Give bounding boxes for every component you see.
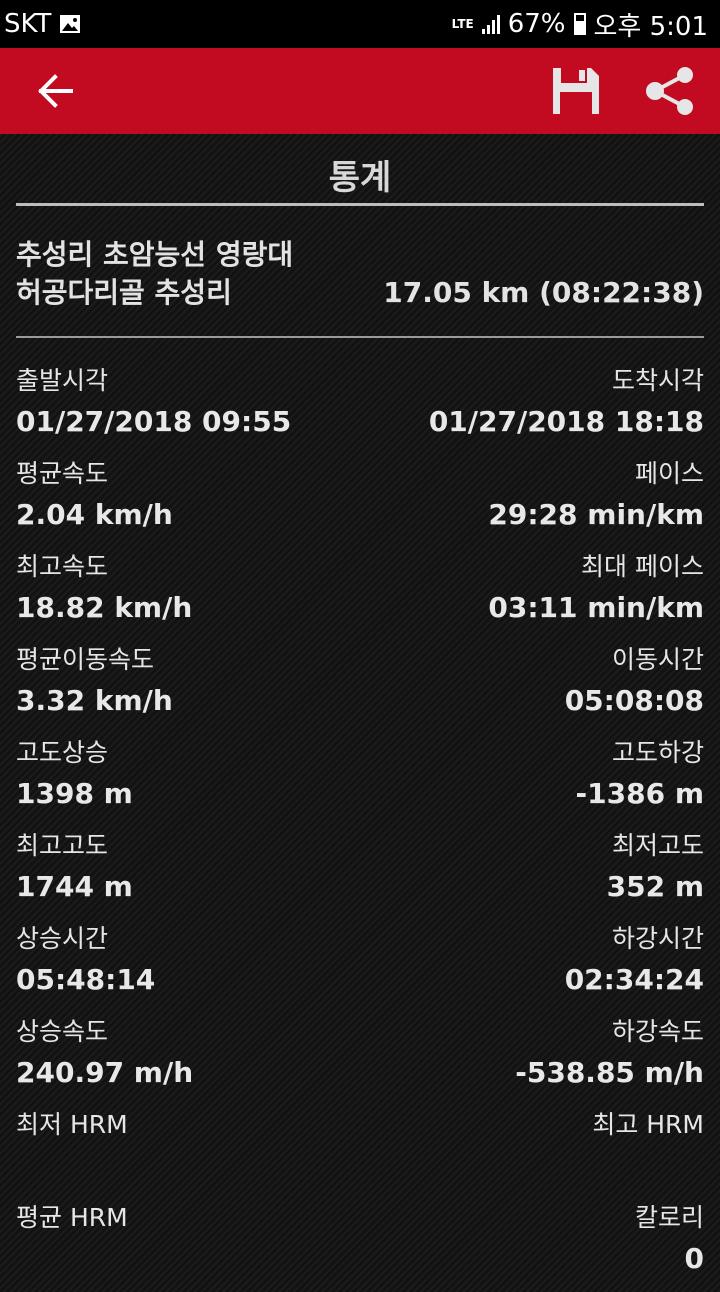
stat-ascent-time: 상승시간 05:48:14 bbox=[16, 920, 360, 1002]
stat-label: 고도상승 bbox=[16, 738, 109, 767]
stat-ascent-speed: 상승속도 240.97 m/h bbox=[16, 1013, 360, 1095]
stat-value bbox=[360, 1144, 704, 1188]
stat-value bbox=[16, 1144, 360, 1188]
stat-label: 페이스 bbox=[634, 459, 704, 488]
stat-value: 2.04 km/h bbox=[16, 498, 173, 531]
stat-row-moving: 평균이동속도 3.32 km/h 이동시간 05:08:08 bbox=[16, 641, 704, 734]
stat-row-climb-time: 상승시간 05:48:14 하강시간 02:34:24 bbox=[16, 920, 704, 1013]
stat-value: 29:28 min/km bbox=[488, 498, 704, 531]
route-name-line2: 허공다리골 추성리 bbox=[16, 276, 232, 309]
stat-value: 1398 m bbox=[16, 777, 133, 810]
lte-icon: LTE bbox=[451, 17, 474, 31]
route-divider bbox=[16, 336, 704, 338]
save-button[interactable] bbox=[540, 48, 612, 134]
stat-value: 1744 m bbox=[16, 870, 133, 903]
share-icon bbox=[646, 67, 693, 115]
stat-value: 240.97 m/h bbox=[16, 1056, 194, 1089]
stat-label: 평균 HRM bbox=[16, 1203, 128, 1232]
stat-row-hrm-range: 최저 HRM 최고 HRM bbox=[16, 1106, 704, 1199]
stat-min-altitude: 최저고도 352 m bbox=[360, 827, 704, 909]
stat-value: 05:08:08 bbox=[564, 684, 704, 717]
route-row2: 허공다리골 추성리 17.05 km (08:22:38) bbox=[16, 274, 704, 312]
stat-avg-moving-speed: 평균이동속도 3.32 km/h bbox=[16, 641, 360, 723]
stat-label: 출발시각 bbox=[16, 366, 109, 395]
stat-label: 최대 페이스 bbox=[581, 552, 704, 581]
stat-max-hrm: 최고 HRM bbox=[360, 1106, 704, 1188]
battery-icon bbox=[573, 13, 586, 35]
stat-label: 상승속도 bbox=[16, 1017, 109, 1046]
floppy-disk-icon bbox=[553, 68, 599, 114]
carrier-name: SKT bbox=[4, 9, 52, 39]
stat-arrival-time: 도착시각 01/27/2018 18:18 bbox=[360, 362, 704, 444]
stat-label: 최저 HRM bbox=[16, 1110, 128, 1139]
stat-label: 이동시간 bbox=[611, 645, 704, 674]
stat-moving-time: 이동시간 05:08:08 bbox=[360, 641, 704, 723]
stat-label: 칼로리 bbox=[634, 1203, 704, 1232]
stat-label: 도착시각 bbox=[611, 366, 704, 395]
back-button[interactable] bbox=[24, 48, 88, 134]
stat-min-hrm: 최저 HRM bbox=[16, 1106, 360, 1188]
stat-label: 하강속도 bbox=[611, 1017, 704, 1046]
stat-value: 02:34:24 bbox=[564, 963, 704, 996]
stat-row-hrm-calories: 평균 HRM 칼로리 0 bbox=[16, 1199, 704, 1292]
stat-label: 평균이동속도 bbox=[16, 645, 155, 674]
stat-label: 하강시간 bbox=[611, 924, 704, 953]
stat-value: 18.82 km/h bbox=[16, 591, 193, 624]
stat-avg-speed: 평균속도 2.04 km/h bbox=[16, 455, 360, 537]
share-button[interactable] bbox=[632, 48, 708, 134]
arrow-left-icon bbox=[38, 74, 73, 108]
stat-label: 최저고도 bbox=[611, 831, 704, 860]
stat-value: -538.85 m/h bbox=[515, 1056, 704, 1089]
stat-value: 05:48:14 bbox=[16, 963, 156, 996]
stats-grid: 출발시각 01/27/2018 09:55 도착시각 01/27/2018 18… bbox=[16, 362, 704, 1292]
stat-start-time: 출발시각 01/27/2018 09:55 bbox=[16, 362, 360, 444]
status-bar-left: SKT bbox=[4, 9, 81, 39]
stat-calories: 칼로리 0 bbox=[360, 1199, 704, 1281]
stat-label: 고도하강 bbox=[611, 738, 704, 767]
stat-label: 최고속도 bbox=[16, 552, 109, 581]
stat-value: 352 m bbox=[606, 870, 704, 903]
stat-label: 최고고도 bbox=[16, 831, 109, 860]
stat-label: 상승시간 bbox=[16, 924, 109, 953]
app-toolbar bbox=[0, 48, 720, 134]
stat-value bbox=[16, 1237, 360, 1281]
stat-value: 3.32 km/h bbox=[16, 684, 173, 717]
stat-pace: 페이스 29:28 min/km bbox=[360, 455, 704, 537]
stat-value: 01/27/2018 18:18 bbox=[428, 405, 704, 438]
stat-avg-hrm: 평균 HRM bbox=[16, 1199, 360, 1281]
stat-value: 03:11 min/km bbox=[488, 591, 704, 624]
title-divider bbox=[16, 203, 704, 206]
route-summary: 추성리 초암능선 영랑대 허공다리골 추성리 17.05 km (08:22:3… bbox=[16, 236, 704, 312]
stat-value: 01/27/2018 09:55 bbox=[16, 405, 292, 438]
stat-value: 0 bbox=[684, 1242, 704, 1275]
image-notification-icon bbox=[60, 15, 81, 33]
battery-percent: 67% bbox=[507, 9, 566, 39]
stat-row-max-speed: 최고속도 18.82 km/h 최대 페이스 03:11 min/km bbox=[16, 548, 704, 641]
stat-value: -1386 m bbox=[575, 777, 704, 810]
stat-max-pace: 최대 페이스 03:11 min/km bbox=[360, 548, 704, 630]
stat-descent-speed: 하강속도 -538.85 m/h bbox=[360, 1013, 704, 1095]
stat-row-speed-pace: 평균속도 2.04 km/h 페이스 29:28 min/km bbox=[16, 455, 704, 548]
stat-max-altitude: 최고고도 1744 m bbox=[16, 827, 360, 909]
stat-row-elevation-change: 고도상승 1398 m 고도하강 -1386 m bbox=[16, 734, 704, 827]
stat-label: 최고 HRM bbox=[592, 1110, 704, 1139]
stat-row-altitude: 최고고도 1744 m 최저고도 352 m bbox=[16, 827, 704, 920]
status-bar: SKT LTE 67% 오후 5:01 bbox=[0, 0, 720, 48]
stat-label: 평균속도 bbox=[16, 459, 109, 488]
stat-max-speed: 최고속도 18.82 km/h bbox=[16, 548, 360, 630]
stat-descent-time: 하강시간 02:34:24 bbox=[360, 920, 704, 1002]
stat-row-times: 출발시각 01/27/2018 09:55 도착시각 01/27/2018 18… bbox=[16, 362, 704, 455]
status-bar-right: LTE 67% 오후 5:01 bbox=[452, 6, 708, 43]
route-distance-time: 17.05 km (08:22:38) bbox=[383, 276, 704, 309]
signal-strength-icon bbox=[481, 14, 500, 34]
stat-elevation-loss: 고도하강 -1386 m bbox=[360, 734, 704, 816]
stat-row-climb-speed: 상승속도 240.97 m/h 하강속도 -538.85 m/h bbox=[16, 1013, 704, 1106]
section-title: 통계 bbox=[328, 158, 392, 198]
route-name-line1: 추성리 초암능선 영랑대 bbox=[16, 238, 294, 271]
stat-elevation-gain: 고도상승 1398 m bbox=[16, 734, 360, 816]
clock: 오후 5:01 bbox=[593, 11, 709, 42]
